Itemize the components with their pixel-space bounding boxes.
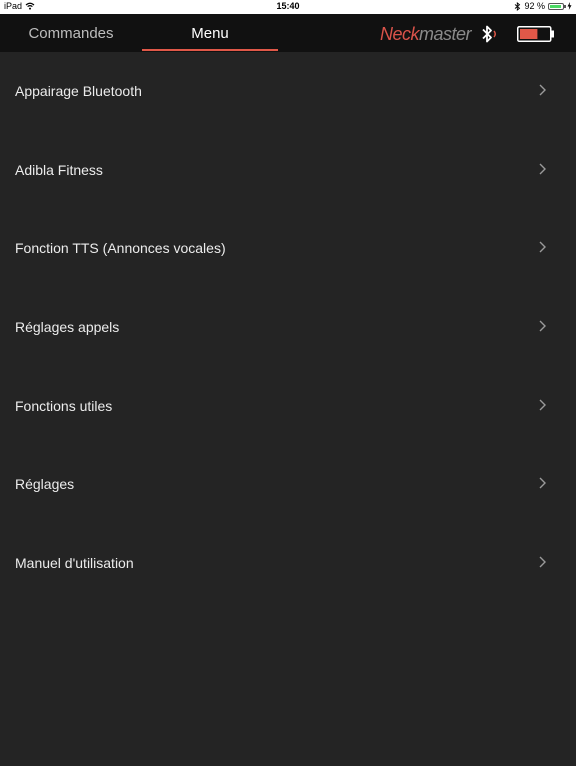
brand-logo: Neckmaster (380, 24, 472, 45)
chevron-right-icon (539, 320, 546, 332)
menu-item-adibla-fitness[interactable]: Adibla Fitness (0, 131, 576, 210)
tab-menu[interactable]: Menu (142, 14, 278, 52)
bluetooth-status-icon (515, 1, 521, 11)
tab-menu-label: Menu (191, 24, 229, 42)
menu-item-label: Appairage Bluetooth (15, 83, 142, 99)
battery-icon[interactable] (517, 26, 555, 42)
menu-item-fonction-tts[interactable]: Fonction TTS (Annonces vocales) (0, 209, 576, 288)
brand-logo-part1: Neck (380, 24, 420, 44)
menu-item-appairage-bluetooth[interactable]: Appairage Bluetooth (0, 52, 576, 131)
menu-item-reglages[interactable]: Réglages (0, 445, 576, 524)
bluetooth-icon[interactable] (478, 23, 500, 45)
tab-commandes[interactable]: Commandes (0, 14, 142, 52)
active-tab-indicator (142, 49, 278, 51)
battery-percent: 92 % (524, 1, 545, 11)
menu-item-label: Fonctions utiles (15, 397, 113, 414)
menu-item-manuel-utilisation[interactable]: Manuel d'utilisation (0, 524, 576, 603)
status-bar: iPad 15:40 92 % (0, 0, 576, 14)
chevron-right-icon (539, 84, 546, 96)
menu-list: Appairage Bluetooth Adibla Fitness Fonct… (0, 52, 576, 603)
chevron-right-icon (539, 399, 546, 411)
menu-item-label: Réglages (15, 476, 75, 493)
chevron-right-icon (539, 163, 546, 175)
menu-item-label: Fonction TTS (Annonces vocales) (15, 240, 226, 257)
chevron-right-icon (539, 556, 546, 568)
brand-logo-part2: master (419, 24, 472, 44)
chevron-right-icon (539, 241, 546, 253)
tab-commandes-label: Commandes (28, 24, 114, 42)
status-bar-right: 92 % (514, 1, 572, 11)
menu-item-label: Réglages appels (15, 319, 120, 336)
status-bar-time: 15:40 (276, 1, 300, 11)
menu-item-label: Adibla Fitness (15, 161, 103, 178)
top-bar: Commandes Menu Neckmaster (0, 14, 576, 52)
chevron-right-icon (539, 477, 546, 489)
menu-item-reglages-appels[interactable]: Réglages appels (0, 288, 576, 367)
charging-bolt-icon (567, 2, 572, 10)
menu-item-label: Manuel d'utilisation (15, 555, 134, 572)
menu-item-fonctions-utiles[interactable]: Fonctions utiles (0, 367, 576, 446)
status-battery-icon (548, 2, 566, 10)
